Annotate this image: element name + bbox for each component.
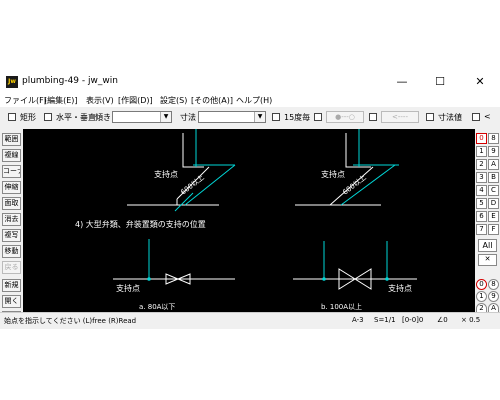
layer-column: 0 8 1 9 2 A 3 B 4 C 5 D 6 E 7 F All ✕ 0 … <box>475 129 500 312</box>
tool-stretch[interactable]: 伸縮 <box>2 181 21 194</box>
layer-button-0[interactable]: 0 <box>476 133 487 144</box>
layer-all-button[interactable]: All <box>478 239 497 252</box>
hv-label: 水平・垂直 <box>56 113 96 122</box>
minimize-button[interactable]: — <box>382 71 422 93</box>
group-button-9[interactable]: 9 <box>488 291 499 302</box>
status-zoom[interactable]: × 0.5 <box>461 316 480 324</box>
fig-top-left: 支持点 600以上 <box>127 129 236 212</box>
layer-button-e[interactable]: E <box>488 211 499 222</box>
tool-parallel[interactable]: 複線 <box>2 149 21 162</box>
menu-draw[interactable]: [作図(D)] <box>118 95 153 106</box>
pipe-base-1 <box>127 199 178 206</box>
tool-copy[interactable]: 複写 <box>2 229 21 242</box>
maximize-button[interactable]: ☐ <box>420 71 460 93</box>
caption-a: a. 80A以下 <box>139 303 175 311</box>
jw-win-window: Jw plumbing-49 - jw_win — ☐ ✕ ファイル(F) [編… <box>0 71 500 329</box>
support-point-b1 <box>322 277 326 281</box>
status-scale[interactable]: S=1/1 <box>374 316 396 324</box>
status-layer[interactable]: [0-0]0 <box>402 316 423 324</box>
menu-other[interactable]: [その他(A)] <box>191 95 233 106</box>
rect-label: 矩形 <box>20 113 36 122</box>
dim-combo[interactable]: ▼ <box>198 111 266 123</box>
layer-button-7[interactable]: 7 <box>476 224 487 235</box>
layer-button-c[interactable]: C <box>488 185 499 196</box>
rect-checkbox[interactable] <box>8 113 16 121</box>
dimvalue-checkbox[interactable] <box>426 113 434 121</box>
angle15-label: 15度毎 <box>284 113 311 122</box>
tool-open[interactable]: 開く <box>2 295 21 308</box>
fig-bottom-left: 支持点 a. 80A以下 <box>113 239 235 311</box>
pipe-outline-1 <box>182 133 204 168</box>
window-title: plumbing-49 - jw_win <box>22 76 118 86</box>
status-message: 始点を指示してください (L)free (R)Read <box>4 317 137 325</box>
dim-label: 寸法 <box>180 113 196 122</box>
layer-button-5[interactable]: 5 <box>476 198 487 209</box>
tool-chamfer[interactable]: 面取 <box>2 197 21 210</box>
layer-button-4[interactable]: 4 <box>476 185 487 196</box>
tool-corner[interactable]: コーナー <box>2 165 21 178</box>
menu-edit[interactable]: [編集(E)] <box>44 95 78 106</box>
fig-bottom-right: 支持点 b. 100A以上 <box>293 241 417 311</box>
chevron-down-icon: ▼ <box>254 112 265 122</box>
support-point-a <box>147 277 151 281</box>
menu-file[interactable]: ファイル(F) <box>4 95 47 106</box>
layer-button-f[interactable]: F <box>488 224 499 235</box>
circle-checkbox[interactable] <box>314 113 322 121</box>
status-angle[interactable]: ∠0 <box>437 316 448 324</box>
section-heading: 4) 大型弁類、弁装置類の支持の位置 <box>75 219 206 229</box>
group-button-1[interactable]: 1 <box>476 291 487 302</box>
support-label-1: 支持点 <box>154 169 178 179</box>
layer-button-9[interactable]: 9 <box>488 146 499 157</box>
tilt-combo[interactable]: ▼ <box>112 111 172 123</box>
fig-top-right: 支持点 600以上 <box>295 129 399 206</box>
angle15-checkbox[interactable] <box>272 113 280 121</box>
left-tool-column: 範囲 複線 コーナー 伸縮 面取 消去 複写 移動 戻る 新規 開く <box>0 129 23 314</box>
group-button-2[interactable]: 2 <box>476 303 487 312</box>
title-bar: Jw plumbing-49 - jw_win — ☐ ✕ <box>0 71 500 93</box>
status-bar: 始点を指示してください (L)free (R)Read A-3 S=1/1 [0… <box>0 312 500 329</box>
arrow-checkbox[interactable] <box>369 113 377 121</box>
status-paper[interactable]: A-3 <box>352 316 364 324</box>
tool-new[interactable]: 新規 <box>2 279 21 292</box>
group-button-0[interactable]: 0 <box>476 279 487 290</box>
dim-text-1: 600以上 <box>179 173 206 197</box>
toolbar: 矩形 水平・垂直 傾き ▼ 寸法 ▼ 15度毎 ●---○ <---- 寸法値 … <box>0 107 500 129</box>
support-point-b2 <box>385 277 389 281</box>
tool-erase[interactable]: 消去 <box>2 213 21 226</box>
dimvalue-label: 寸法値 <box>438 113 462 122</box>
group-button-8[interactable]: 8 <box>488 279 499 290</box>
hv-checkbox[interactable] <box>44 113 52 121</box>
drawing-canvas[interactable]: 支持点 600以上 支持点 600以上 4) 大型弁類、弁装置類の支持の位置 支… <box>23 129 475 312</box>
layer-button-2[interactable]: 2 <box>476 159 487 170</box>
arrow-mode-button[interactable]: <---- <box>381 111 419 123</box>
layer-button-b[interactable]: B <box>488 172 499 183</box>
app-icon: Jw <box>6 76 18 88</box>
layer-button-a[interactable]: A <box>488 159 499 170</box>
layer-button-3[interactable]: 3 <box>476 172 487 183</box>
tool-undo[interactable]: 戻る <box>2 261 21 274</box>
layer-button-8[interactable]: 8 <box>488 133 499 144</box>
close-button[interactable]: ✕ <box>460 71 500 93</box>
layer-button-d[interactable]: D <box>488 198 499 209</box>
support-label-2: 支持点 <box>321 169 345 179</box>
lt-label: < <box>484 112 491 121</box>
tool-range[interactable]: 範囲 <box>2 133 21 146</box>
layer-cross-icon[interactable]: ✕ <box>478 254 497 266</box>
menu-bar: ファイル(F) [編集(E)] 表示(V) [作図(D)] 設定(S) [その他… <box>0 93 500 107</box>
support-label-3: 支持点 <box>116 283 140 293</box>
tilt-label: 傾き <box>95 113 111 122</box>
chevron-down-icon: ▼ <box>160 112 171 122</box>
tool-move[interactable]: 移動 <box>2 245 21 258</box>
layer-button-1[interactable]: 1 <box>476 146 487 157</box>
layer-button-6[interactable]: 6 <box>476 211 487 222</box>
drawing-svg: 支持点 600以上 支持点 600以上 4) 大型弁類、弁装置類の支持の位置 支… <box>75 129 417 311</box>
caption-b: b. 100A以上 <box>321 302 362 311</box>
menu-view[interactable]: 表示(V) <box>86 95 114 106</box>
lt-checkbox[interactable] <box>472 113 480 121</box>
menu-settings[interactable]: 設定(S) <box>160 95 187 106</box>
circle-mode-button[interactable]: ●---○ <box>326 111 364 123</box>
support-label-4: 支持点 <box>388 283 412 293</box>
menu-help[interactable]: ヘルプ(H) <box>236 95 272 106</box>
group-button-a[interactable]: A <box>488 303 499 312</box>
